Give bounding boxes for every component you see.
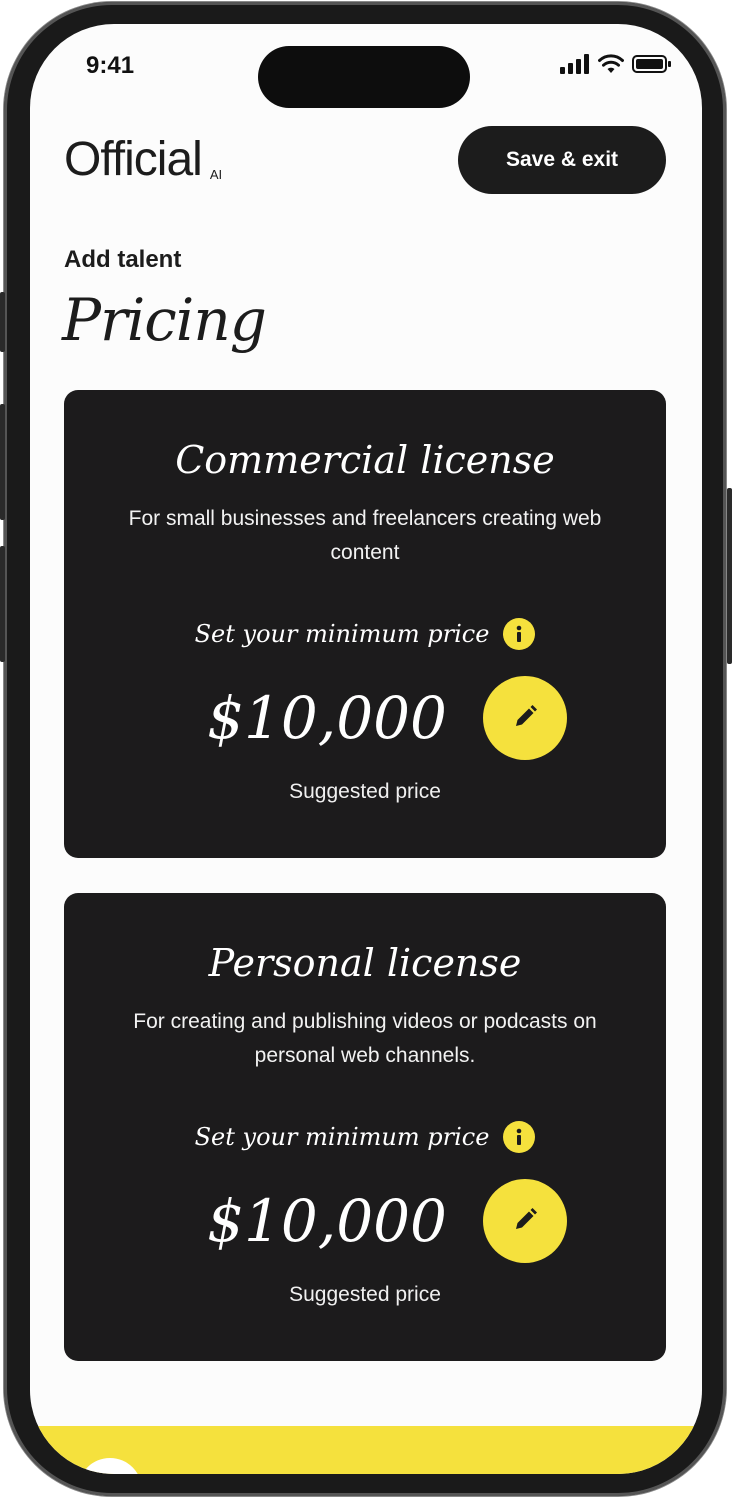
logo-ai-suffix: AI: [209, 167, 223, 182]
side-button-power: [727, 488, 732, 664]
min-price-label: Set your minimum price: [194, 1123, 490, 1151]
suggested-price-label: Suggested price: [289, 1283, 441, 1306]
personal-license-card: Personal license For creating and publis…: [64, 893, 666, 1361]
commercial-license-card: Commercial license For small businesses …: [64, 390, 666, 858]
min-price-row: Set your minimum price: [64, 618, 666, 650]
pencil-icon: [512, 704, 538, 733]
page-title: Pricing: [62, 286, 267, 354]
license-title: Commercial license: [175, 438, 555, 482]
status-icons: [560, 54, 672, 79]
edit-price-button[interactable]: [482, 676, 567, 760]
cellular-signal-icon: [560, 54, 590, 79]
dynamic-island: [258, 46, 470, 108]
info-icon[interactable]: [503, 618, 536, 650]
suggested-price-label: Suggested price: [289, 780, 441, 803]
status-time: 9:41: [86, 52, 135, 79]
wifi-icon: [598, 54, 624, 79]
pencil-icon: [512, 1207, 538, 1236]
edit-price-button[interactable]: [482, 1179, 567, 1263]
logo-wordmark: Official: [64, 133, 203, 186]
price-value: $10,000: [207, 684, 447, 752]
info-icon[interactable]: [503, 1121, 536, 1153]
license-description: For creating and publishing videos or po…: [133, 1010, 597, 1067]
min-price-row: Set your minimum price: [64, 1121, 666, 1153]
min-price-label: Set your minimum price: [194, 620, 490, 648]
official-ai-logo: Official AI: [64, 136, 222, 184]
phone-screen: 9:41 Official AI Save & exit Add talent …: [30, 24, 702, 1474]
price-value: $10,000: [207, 1187, 447, 1255]
price-row: $10,000: [64, 676, 666, 760]
license-title: Personal license: [208, 941, 522, 985]
side-button-volume-down: [0, 546, 5, 662]
side-button-action: [0, 292, 5, 352]
battery-icon: [632, 54, 672, 79]
side-button-volume-up: [0, 404, 5, 520]
step-eyebrow: Add talent: [64, 246, 182, 273]
license-description: For small businesses and freelancers cre…: [128, 507, 602, 564]
status-bar: 9:41: [30, 24, 702, 114]
save-and-exit-button[interactable]: Save & exit: [458, 126, 666, 194]
price-row: $10,000: [64, 1179, 666, 1263]
